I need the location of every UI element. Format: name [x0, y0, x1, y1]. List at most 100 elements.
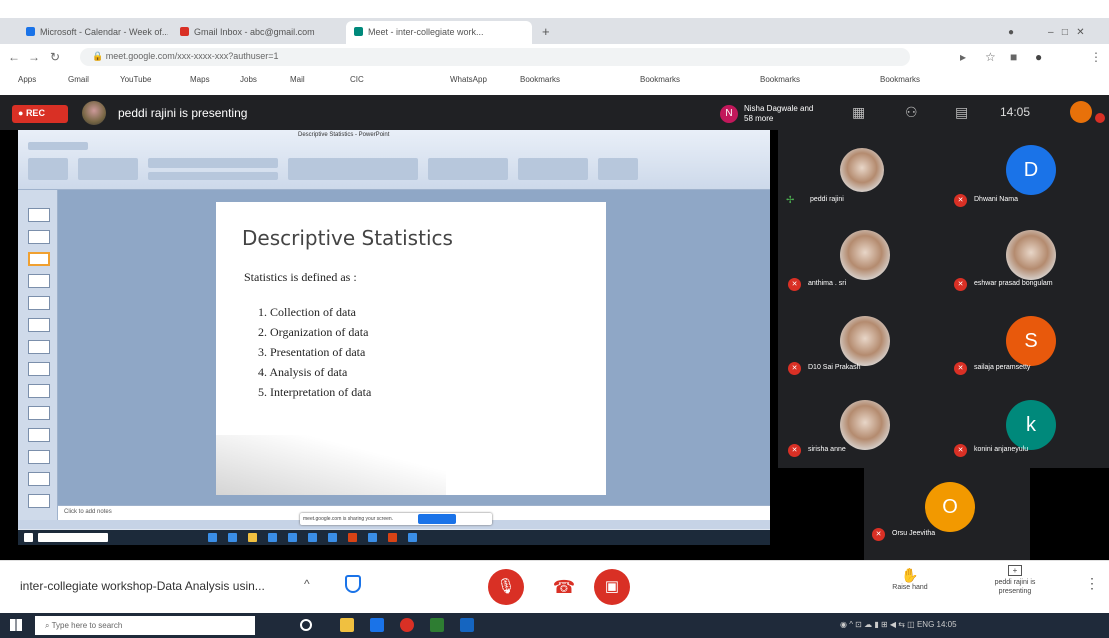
slide[interactable]: Descriptive Statistics Statistics is def… — [216, 202, 606, 495]
app-icon[interactable] — [430, 618, 444, 632]
camera-toggle-button[interactable]: ▣ — [594, 569, 630, 605]
tab-calendar[interactable]: Microsoft - Calendar - Week of... — [18, 21, 168, 44]
mic-off-icon: ✕ — [872, 528, 885, 541]
chevron-up-icon[interactable]: ^ — [304, 577, 310, 591]
meeting-title[interactable]: inter-collegiate workshop-Data Analysis … — [20, 579, 265, 593]
arrange-group[interactable] — [598, 158, 638, 180]
participant-avatar: S — [1006, 316, 1056, 366]
app-icon — [248, 533, 257, 542]
bookmark[interactable]: Maps — [190, 75, 210, 84]
camera-off-icon: ▣ — [604, 578, 620, 595]
windows-taskbar: ⌕ Type here to search ◉ ^ ⊡ ☁ ▮ ⊞ ◀ ⇆ ◫ … — [0, 613, 1109, 638]
tab-label: Microsoft - Calendar - Week of... — [40, 27, 168, 37]
tab-bar: Microsoft - Calendar - Week of... Gmail … — [0, 18, 1109, 44]
meet-control-bar: inter-collegiate workshop-Data Analysis … — [0, 560, 1109, 613]
participant-name: sirisha anne — [808, 446, 846, 453]
chat-icon[interactable]: ▤ — [955, 104, 968, 121]
ribbon-tab[interactable] — [28, 142, 88, 150]
slide-thumbnail[interactable] — [28, 340, 50, 354]
slide-thumbnail[interactable] — [28, 296, 50, 310]
address-bar[interactable]: 🔒 meet.google.com/xxx-xxxx-xxx?authuser=… — [80, 48, 910, 66]
slides-group[interactable] — [78, 158, 138, 180]
tab-gmail[interactable]: Gmail Inbox - abc@gmail.com — [172, 21, 342, 44]
participant-name: sailaja peramsetty — [974, 364, 1031, 371]
bookmark[interactable]: YouTube — [120, 75, 151, 84]
slide-list: 1. Collection of data 2. Organization of… — [258, 302, 371, 402]
font-group[interactable] — [148, 172, 278, 180]
present-button[interactable]: + peddi rajini is presenting — [980, 565, 1050, 596]
bookmark[interactable]: WhatsApp — [450, 75, 487, 84]
app-icon — [208, 533, 217, 542]
layout-icon[interactable]: ▦ — [852, 104, 865, 121]
app-icon — [368, 533, 377, 542]
cortana-icon[interactable] — [300, 619, 312, 631]
bookmark[interactable]: Mail — [290, 75, 305, 84]
cast-icon[interactable]: ▸ — [960, 50, 966, 64]
raise-hand-button[interactable]: ✋ Raise hand — [885, 567, 935, 591]
tab-meet[interactable]: Meet - inter-collegiate work... — [346, 21, 532, 44]
people-icon[interactable]: ⚇ — [905, 104, 918, 121]
menu-icon[interactable]: ⋮ — [1090, 50, 1102, 64]
stop-sharing-button[interactable] — [418, 514, 456, 524]
slide-thumbnail-selected[interactable] — [28, 252, 50, 266]
paste-group[interactable] — [28, 158, 68, 180]
bookmark[interactable]: Bookmarks — [520, 75, 560, 84]
paragraph-group[interactable] — [288, 158, 418, 180]
mic-off-icon: ✕ — [954, 444, 967, 457]
participant-avatar — [840, 400, 890, 450]
system-tray[interactable]: ◉ ^ ⊡ ☁ ▮ ⊞ ◀ ⇆ ◫ ENG 14:05 — [840, 620, 957, 629]
bookmark[interactable]: Bookmarks — [760, 75, 800, 84]
app-icon[interactable] — [460, 618, 474, 632]
back-icon[interactable]: ← — [8, 50, 20, 64]
slide-thumbnail[interactable] — [28, 318, 50, 332]
font-group[interactable] — [148, 158, 278, 168]
profile-icon[interactable]: ● — [1000, 21, 1020, 44]
windows-icon — [24, 533, 33, 542]
bookmark[interactable]: Bookmarks — [880, 75, 920, 84]
self-avatar[interactable] — [1070, 101, 1092, 123]
mic-toggle-button[interactable]: 🎙 — [488, 569, 524, 605]
slide-thumbnail[interactable] — [28, 384, 50, 398]
slide-thumbnail[interactable] — [28, 230, 50, 244]
file-explorer-icon[interactable] — [340, 618, 354, 632]
shield-icon[interactable] — [345, 575, 361, 593]
slide-title: Descriptive Statistics — [242, 226, 453, 250]
rec-label: REC — [25, 108, 45, 118]
rec-badge: ● REC — [12, 105, 68, 123]
taskbar-search[interactable]: ⌕ Type here to search — [35, 616, 255, 635]
new-tab-button[interactable]: + — [538, 21, 558, 44]
app-icon — [228, 533, 237, 542]
presenter-text: peddi rajini is presenting — [118, 106, 248, 120]
edge-icon[interactable] — [370, 618, 384, 632]
reload-icon[interactable]: ↻ — [50, 50, 60, 64]
slide-thumbnail[interactable] — [28, 362, 50, 376]
editing-group[interactable] — [518, 158, 588, 180]
extension-icon[interactable]: ■ — [1010, 50, 1017, 64]
slide-thumbnail[interactable] — [28, 428, 50, 442]
account-icon[interactable]: ● — [1035, 50, 1042, 64]
slide-thumbnail[interactable] — [28, 472, 50, 486]
bookmark[interactable]: Jobs — [240, 75, 257, 84]
slide-thumbnail[interactable] — [28, 274, 50, 288]
drawing-group[interactable] — [428, 158, 508, 180]
slide-thumbnail[interactable] — [28, 406, 50, 420]
more-options-icon[interactable]: ⋮ — [1085, 575, 1099, 592]
search-box — [38, 533, 108, 542]
mic-off-icon: ✕ — [954, 194, 967, 207]
forward-icon[interactable]: → — [28, 50, 40, 64]
bookmark[interactable]: Bookmarks — [640, 75, 680, 84]
bookmark[interactable]: Gmail — [68, 75, 89, 84]
windows-start-icon[interactable] — [10, 619, 22, 631]
window-controls[interactable]: – □ ✕ — [1040, 21, 1100, 44]
app-icon — [328, 533, 337, 542]
leave-call-button[interactable]: ☎ — [546, 569, 582, 605]
bookmark[interactable]: CIC — [350, 75, 364, 84]
mic-off-icon: ✕ — [954, 362, 967, 375]
bookmark[interactable]: Apps — [18, 75, 36, 84]
slide-thumbnail[interactable] — [28, 208, 50, 222]
star-icon[interactable]: ☆ — [985, 50, 996, 64]
slide-thumbnail[interactable] — [28, 494, 50, 508]
chrome-icon[interactable] — [400, 618, 414, 632]
tab-label: Meet - inter-collegiate work... — [368, 27, 484, 37]
slide-thumbnail[interactable] — [28, 450, 50, 464]
